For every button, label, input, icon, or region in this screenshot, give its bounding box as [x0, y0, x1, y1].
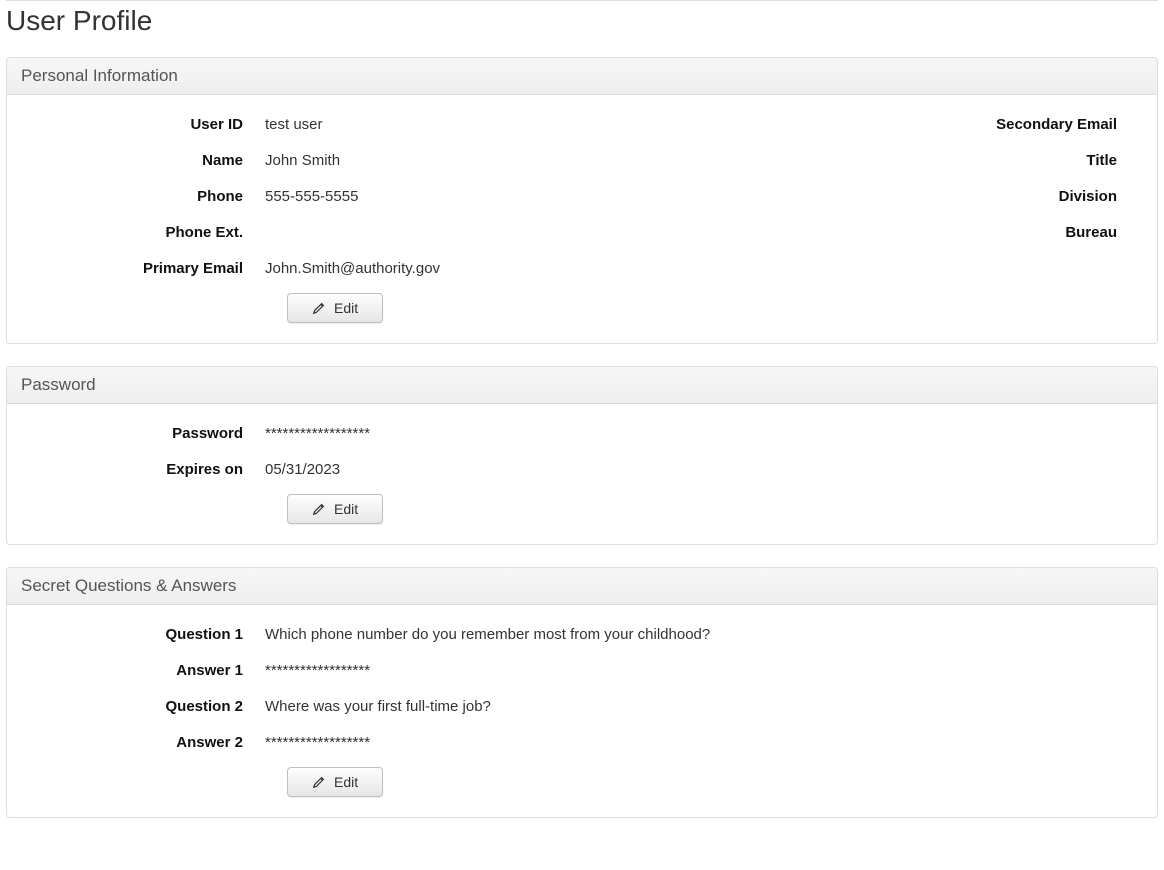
- field-question-2: Question 2 Where was your first full-tim…: [25, 695, 1139, 717]
- edit-secret-button[interactable]: Edit: [287, 767, 383, 797]
- pencil-icon: [312, 775, 326, 789]
- page-title: User Profile: [6, 5, 1158, 37]
- label-user-id: User ID: [25, 116, 265, 133]
- label-answer-1: Answer 1: [25, 662, 265, 679]
- field-primary-email: Primary Email John.Smith@authority.gov: [25, 257, 567, 279]
- label-phone-ext: Phone Ext.: [25, 224, 265, 241]
- value-primary-email: John.Smith@authority.gov: [265, 260, 440, 277]
- top-divider: [6, 0, 1158, 1]
- field-phone: Phone 555-555-5555: [25, 185, 567, 207]
- value-user-id: test user: [265, 116, 323, 133]
- field-user-id: User ID test user: [25, 113, 567, 135]
- label-phone: Phone: [25, 188, 265, 205]
- label-password: Password: [25, 425, 265, 442]
- label-title: Title: [597, 152, 1139, 169]
- panel-header-personal: Personal Information: [7, 58, 1157, 95]
- field-name: Name John Smith: [25, 149, 567, 171]
- value-question-1: Which phone number do you remember most …: [265, 626, 710, 643]
- label-answer-2: Answer 2: [25, 734, 265, 751]
- panel-password: Password Password ****************** Exp…: [6, 366, 1158, 545]
- pencil-icon: [312, 502, 326, 516]
- field-question-1: Question 1 Which phone number do you rem…: [25, 623, 1139, 645]
- value-question-2: Where was your first full-time job?: [265, 698, 491, 715]
- value-password: ******************: [265, 425, 370, 442]
- field-bureau: Bureau: [597, 221, 1139, 243]
- field-phone-ext: Phone Ext.: [25, 221, 567, 243]
- edit-personal-button[interactable]: Edit: [287, 293, 383, 323]
- label-name: Name: [25, 152, 265, 169]
- value-answer-2: ******************: [265, 734, 370, 751]
- pencil-icon: [312, 301, 326, 315]
- label-secondary-email: Secondary Email: [597, 116, 1139, 133]
- value-expires-on: 05/31/2023: [265, 461, 340, 478]
- panel-personal-information: Personal Information User ID test user N…: [6, 57, 1158, 344]
- field-division: Division: [597, 185, 1139, 207]
- label-primary-email: Primary Email: [25, 260, 265, 277]
- panel-header-password: Password: [7, 367, 1157, 404]
- field-title: Title: [597, 149, 1139, 171]
- edit-password-button[interactable]: Edit: [287, 494, 383, 524]
- field-password: Password ******************: [25, 422, 1139, 444]
- edit-button-label: Edit: [334, 774, 358, 790]
- label-expires-on: Expires on: [25, 461, 265, 478]
- panel-secret-questions: Secret Questions & Answers Question 1 Wh…: [6, 567, 1158, 818]
- value-answer-1: ******************: [265, 662, 370, 679]
- label-division: Division: [597, 188, 1139, 205]
- field-secondary-email: Secondary Email: [597, 113, 1139, 135]
- label-question-1: Question 1: [25, 626, 265, 643]
- value-phone: 555-555-5555: [265, 188, 358, 205]
- label-bureau: Bureau: [597, 224, 1139, 241]
- field-answer-2: Answer 2 ******************: [25, 731, 1139, 753]
- field-expires-on: Expires on 05/31/2023: [25, 458, 1139, 480]
- edit-button-label: Edit: [334, 501, 358, 517]
- panel-header-secret: Secret Questions & Answers: [7, 568, 1157, 605]
- value-name: John Smith: [265, 152, 340, 169]
- field-answer-1: Answer 1 ******************: [25, 659, 1139, 681]
- label-question-2: Question 2: [25, 698, 265, 715]
- edit-button-label: Edit: [334, 300, 358, 316]
